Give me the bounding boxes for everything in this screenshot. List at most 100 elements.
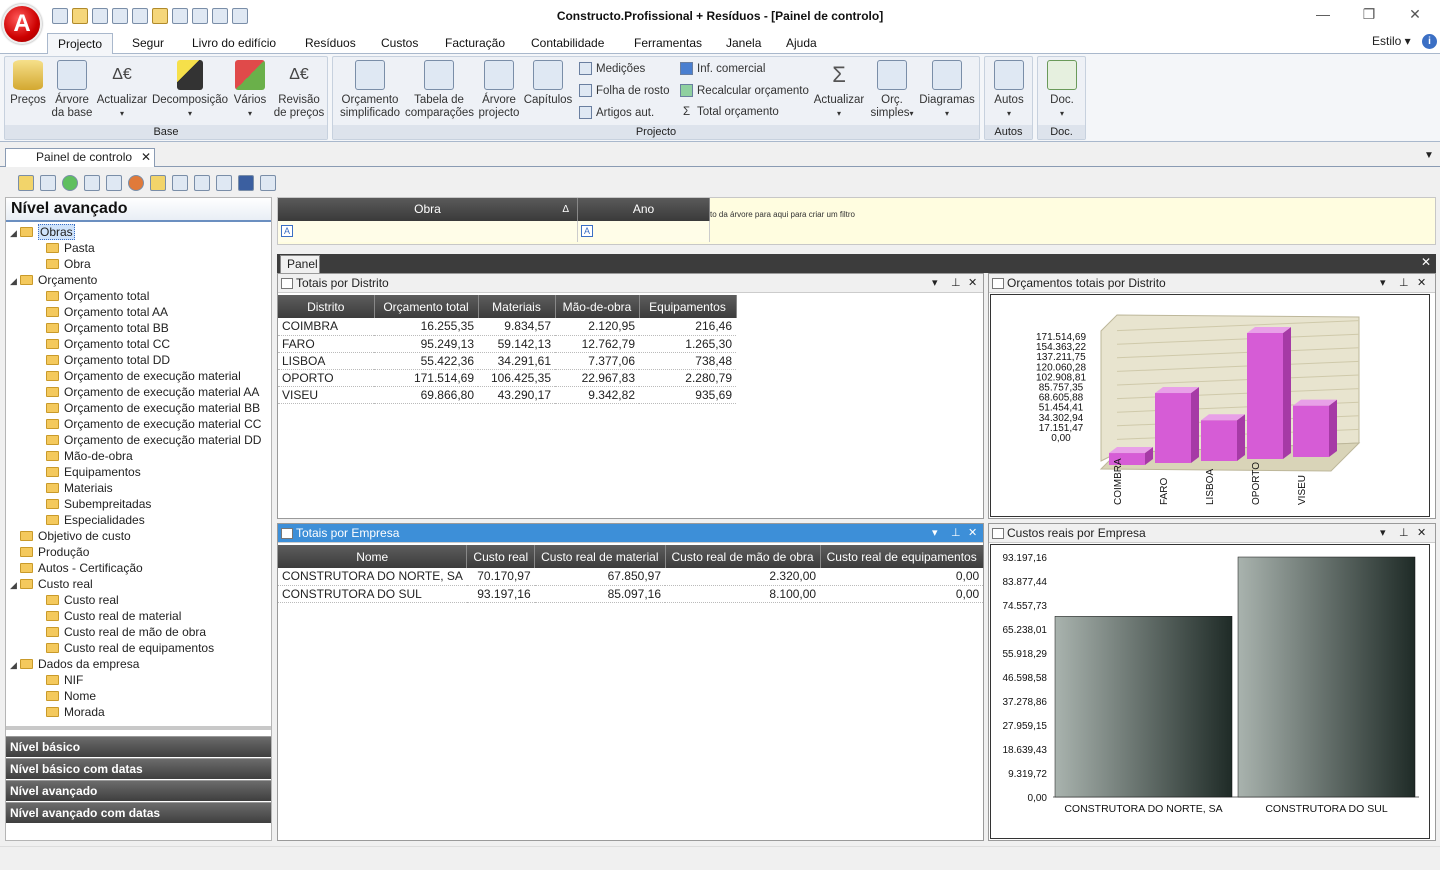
arvore-projecto-button[interactable]: Árvore projecto (476, 60, 522, 120)
filter-column-ano[interactable]: Ano (578, 198, 710, 221)
tree-node[interactable]: NIF (46, 672, 83, 688)
close-icon[interactable]: ✕ (968, 524, 977, 543)
tree-node[interactable]: Orçamento total AA (46, 304, 168, 320)
filter-cell-ano[interactable] (578, 221, 710, 242)
filter-text-icon[interactable]: A (581, 225, 593, 237)
open-icon[interactable] (72, 8, 88, 24)
tree-node[interactable]: Especialidades (46, 512, 145, 528)
orcamento-simplificado-button[interactable]: Orçamento simplificado (337, 60, 403, 120)
close-icon[interactable]: ✕ (1417, 274, 1426, 293)
pie-chart-icon[interactable] (128, 175, 144, 191)
add-icon[interactable] (62, 175, 78, 191)
help-icon[interactable]: i (1422, 34, 1437, 49)
app-logo[interactable]: A (2, 4, 42, 44)
table-row[interactable]: LISBOA 55.422,36 34.291,61 7.377,06 738,48 (278, 352, 736, 370)
revisao-precos-button[interactable]: Δ€ Revisão de preços (272, 60, 326, 120)
tree-node[interactable]: Custo real (46, 592, 119, 608)
tree-node[interactable]: ◢ Orçamento (10, 272, 97, 288)
tree-node[interactable]: Custo real de material (46, 608, 181, 624)
tree-node[interactable]: Custo real de mão de obra (46, 624, 206, 640)
tree-node[interactable]: Autos - Certificação (10, 560, 143, 576)
pin-icon[interactable]: ⊥ (951, 274, 961, 293)
filter-cell-obra[interactable] (278, 221, 578, 242)
tree-node[interactable]: Produção (10, 544, 89, 560)
preview-icon[interactable] (194, 175, 210, 191)
tree-node[interactable]: Orçamento de execução material (46, 368, 241, 384)
tree-node[interactable]: Orçamento de execução material DD (46, 432, 261, 448)
tree-node[interactable]: Orçamento total BB (46, 320, 169, 336)
open-folder-icon[interactable] (150, 175, 166, 191)
tab-contabilidade[interactable]: Contabilidade (521, 33, 614, 54)
save-icon[interactable] (112, 8, 128, 24)
tab-janela[interactable]: Janela (716, 33, 771, 54)
varios-button[interactable]: Vários ▾ (231, 60, 269, 120)
close-icon[interactable]: ✕ (968, 274, 977, 293)
tab-custos[interactable]: Custos (371, 33, 428, 54)
tree-node[interactable]: ◢ Custo real (10, 576, 93, 592)
expand-arrow-icon[interactable]: ◢ (10, 657, 20, 673)
chevron-down-icon[interactable]: ▼ (1424, 150, 1434, 161)
export-icon[interactable] (132, 8, 148, 24)
column-header[interactable]: Custo real de mão de obra (665, 545, 821, 568)
chevron-down-icon[interactable]: ▾ (932, 524, 938, 543)
tab-panel[interactable]: Panel (280, 255, 320, 273)
recalcular-button[interactable]: Recalcular orçamento (680, 84, 809, 97)
chevron-down-icon[interactable]: ▾ (932, 274, 938, 293)
minimize-button[interactable]: — (1308, 4, 1338, 24)
edit-icon[interactable] (172, 175, 188, 191)
tree-node[interactable]: ◢ Obras (10, 224, 75, 240)
column-header[interactable]: Orçamento total (374, 295, 479, 318)
tree-node[interactable]: Orçamento total DD (46, 352, 170, 368)
tab-livro-do-edificio[interactable]: Livro do edifício (182, 33, 286, 54)
folder-icon[interactable] (152, 8, 168, 24)
tree-node[interactable]: Orçamento de execução material CC (46, 416, 261, 432)
view-icon[interactable] (232, 8, 248, 24)
tab-facturacao[interactable]: Facturação (435, 33, 515, 54)
tab-painel-de-controlo[interactable]: Painel de controlo (5, 148, 155, 167)
export-icon[interactable] (40, 175, 56, 191)
undo-icon[interactable] (192, 8, 208, 24)
filter-text-icon[interactable]: A (281, 225, 293, 237)
nav-nivel-avancado[interactable]: Nível avançado (6, 780, 271, 801)
pin-icon[interactable]: ⊥ (1399, 274, 1409, 293)
tree-node[interactable]: Orçamento total CC (46, 336, 170, 352)
chevron-down-icon[interactable]: ▾ (1380, 524, 1386, 543)
column-header[interactable]: Materiais (478, 295, 556, 318)
tab-ferramentas[interactable]: Ferramentas (624, 33, 712, 54)
tab-ajuda[interactable]: Ajuda (776, 33, 827, 54)
tree-node[interactable]: Orçamento de execução material BB (46, 400, 260, 416)
autos-button[interactable]: Autos ▾ (988, 60, 1030, 120)
print-icon[interactable] (216, 175, 232, 191)
total-orcamento-button[interactable]: Σ Total orçamento (680, 106, 779, 118)
column-header[interactable]: Mão-de-obra (555, 295, 640, 318)
tree-node[interactable]: ◢ Dados da empresa (10, 656, 139, 672)
properties-icon[interactable] (260, 175, 276, 191)
column-header[interactable]: Custo real de equipamentos (820, 545, 984, 568)
style-menu[interactable]: Estilo ▾ (1372, 34, 1411, 48)
tree-node[interactable]: Custo real de equipamentos (46, 640, 214, 656)
actualizar-base-button[interactable]: Δ€ Actualizar ▾ (95, 60, 149, 120)
tree-node[interactable]: Mão-de-obra (46, 448, 133, 464)
nav-nivel-avancado-datas[interactable]: Nível avançado com datas (6, 802, 271, 823)
artigos-aut-button[interactable]: Artigos aut. (579, 106, 654, 119)
capitulos-button[interactable]: Capítulos (523, 60, 573, 107)
filter-column-obra[interactable]: Obra Δ (278, 198, 578, 221)
table-row[interactable]: CONSTRUTORA DO NORTE, SA 70.170,97 67.850,… (278, 568, 984, 586)
close-button[interactable]: ✕ (1400, 4, 1430, 24)
tree-node[interactable]: Materiais (46, 480, 113, 496)
tab-projecto[interactable]: Projecto (47, 33, 114, 54)
panel-splitter[interactable] (6, 726, 271, 730)
table-row[interactable]: COIMBRA 16.255,35 9.834,57 2.120,95 216,46 (278, 318, 736, 336)
tree-node[interactable]: Nome (46, 688, 96, 704)
save-icon[interactable] (238, 175, 254, 191)
tree-node[interactable]: Orçamento de execução material AA (46, 384, 259, 400)
inf-comercial-button[interactable]: Inf. comercial (680, 62, 765, 75)
column-header[interactable]: Nome (278, 545, 468, 568)
tree-node[interactable]: Orçamento total (46, 288, 149, 304)
close-tab-icon[interactable]: ✕ (141, 150, 151, 164)
chevron-down-icon[interactable]: ▾ (1380, 274, 1386, 293)
tree-node[interactable]: Subempreitadas (46, 496, 151, 512)
open-recent-icon[interactable] (92, 8, 108, 24)
grid-icon[interactable] (106, 175, 122, 191)
database-icon[interactable] (18, 175, 34, 191)
